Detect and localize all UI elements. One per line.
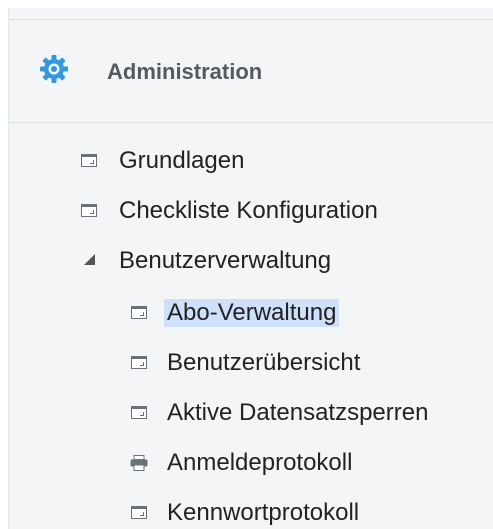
tree-item-label: Benutzerübersicht [167,349,361,376]
printer-icon [130,455,148,471]
window-icon [131,306,147,319]
header-divider [9,122,493,123]
window-icon [81,154,97,167]
expanded-triangle-icon[interactable] [84,254,95,265]
tree-item-label: Anmeldeprotokoll [167,449,353,476]
tree-item-label: Grundlagen [119,147,245,174]
admin-nav-panel: Administration Grundlagen Checkliste Kon… [8,8,493,529]
top-divider [9,19,493,20]
admin-section-header[interactable]: Administration [9,48,493,98]
tree-item-label: Aktive Datensatzsperren [167,399,429,426]
tree-item-label: Abo-Verwaltung [164,299,340,327]
tree-item-label: Kennwortprotokoll [167,499,360,526]
gear-icon [39,54,69,84]
tree-item-label: Benutzerverwaltung [119,247,332,274]
admin-section-title: Administration [107,59,263,84]
window-icon [131,506,147,519]
tree-item-label: Checkliste Konfiguration [119,197,378,224]
window-icon [81,204,97,217]
window-icon [131,356,147,369]
window-icon [131,406,147,419]
